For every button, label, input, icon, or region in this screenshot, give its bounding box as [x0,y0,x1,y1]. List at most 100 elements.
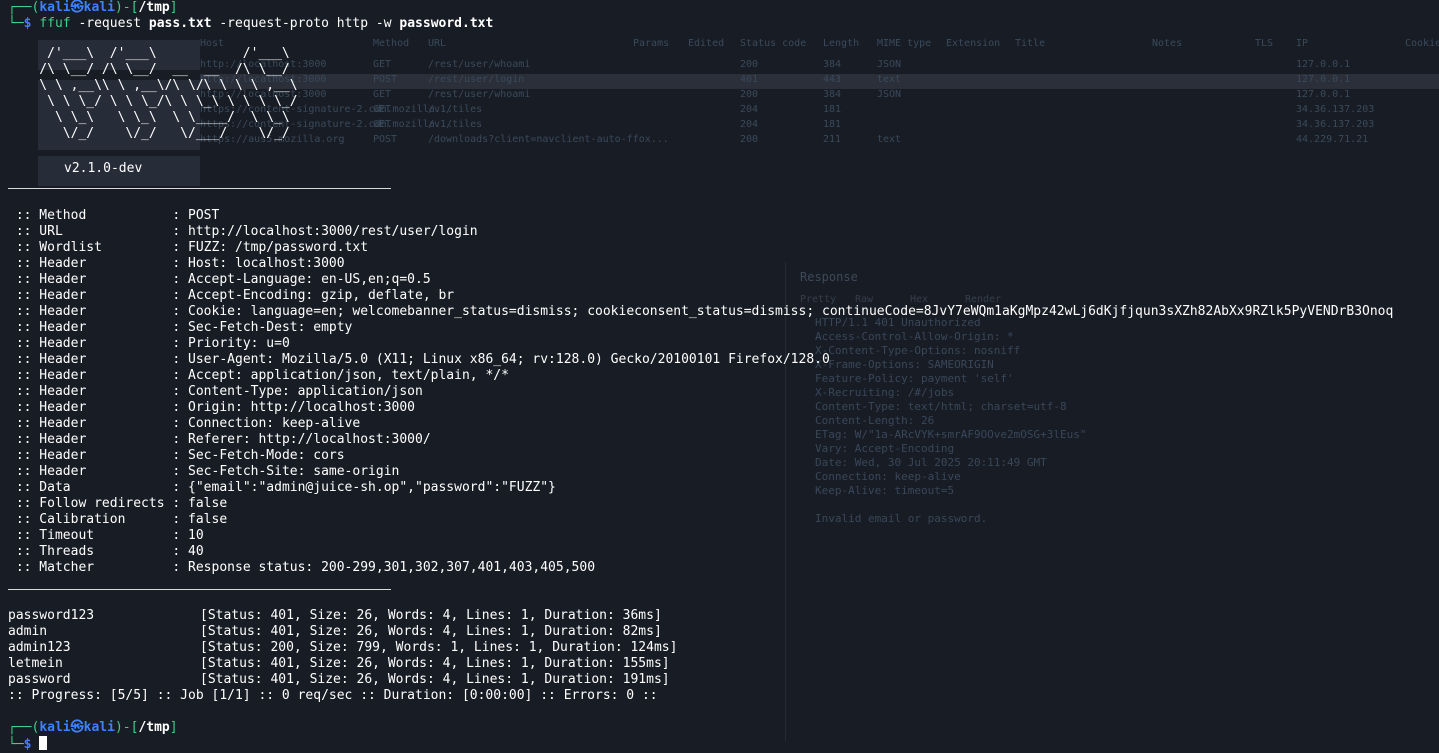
config-key: :: Header [8,464,173,479]
config-key: :: Wordlist [8,240,173,255]
config-value: : User-Agent: Mozilla/5.0 (X11; Linux x8… [172,352,830,367]
command-arg: password.txt [399,16,494,31]
config-line: :: Header : Priority: u=0 [8,336,290,352]
command-tool: ffuf [39,16,71,31]
config-value: : Host: localhost:3000 [172,256,345,271]
config-value: : Priority: u=0 [172,336,290,351]
config-key: :: Header [8,368,173,383]
command-flag: -request-proto [219,16,329,31]
config-value: : 10 [172,528,204,543]
prompt-user: kali [39,0,71,15]
config-line: :: Method : POST [8,208,220,224]
text-cursor [39,736,48,750]
prompt-dir: /tmp [138,720,170,735]
config-value: : Accept-Language: en-US,en;q=0.5 [172,272,431,287]
config-key: :: Data [8,480,173,495]
config-line: :: Header : Accept-Encoding: gzip, defla… [8,288,454,304]
config-key: :: Header [8,288,173,303]
config-key: :: Matcher [8,560,173,575]
config-value: : http://localhost:3000/rest/user/login [172,224,478,239]
config-key: :: Header [8,304,173,319]
config-value: : false [172,512,228,527]
config-line: :: Threads : 40 [8,544,204,560]
config-key: :: Follow redirects [8,496,173,511]
config-line: :: Matcher : Response status: 200-299,30… [8,560,595,576]
result-detail: [Status: 401, Size: 26, Words: 4, Lines:… [200,624,662,639]
result-word: password123 [8,608,95,623]
prompt-at: ㉿ [70,0,84,15]
result-detail: [Status: 401, Size: 26, Words: 4, Lines:… [200,656,670,671]
config-line: :: Data : {"email":"admin@juice-sh.op","… [8,480,556,496]
result-word: admin123 [8,640,71,655]
prompt-line: ┌──(kali㉿kali)-[/tmp] [8,720,178,735]
result-detail: [Status: 401, Size: 26, Words: 4, Lines:… [200,608,662,623]
config-line: :: Header : Sec-Fetch-Dest: empty [8,320,353,336]
progress-line: :: Progress: [5/5] :: Job [1/1] :: 0 req… [8,688,658,703]
config-value: : Accept-Encoding: gzip, deflate, br [172,288,455,303]
prompt-user: kali [39,720,71,735]
config-key: :: Method [8,208,173,223]
config-key: :: Header [8,416,173,431]
config-line: :: Header : Cookie: language=en; welcome… [8,304,1394,320]
config-line: :: Header : Sec-Fetch-Mode: cors [8,448,345,464]
command-arg: pass.txt [148,16,212,31]
config-line: :: URL : http://localhost:3000/rest/user… [8,224,478,240]
prompt-line: ┌──(kali㉿kali)-[/tmp] [8,0,178,15]
config-key: :: Header [8,432,173,447]
config-value: : {"email":"admin@juice-sh.op","password… [172,480,556,495]
result-word: password [8,672,71,687]
config-value: : 40 [172,544,204,559]
config-key: :: Header [8,352,173,367]
config-key: :: Header [8,400,173,415]
config-line: :: Wordlist : FUZZ: /tmp/password.txt [8,240,368,256]
config-value: : Origin: http://localhost:3000 [172,400,416,415]
result-detail: [Status: 401, Size: 26, Words: 4, Lines:… [200,672,670,687]
input-line[interactable]: └─$ [8,736,48,753]
config-value: : Referer: http://localhost:3000/ [172,432,431,447]
command-line: └─$ ffuf -request pass.txt -request-prot… [8,16,494,31]
separator-line [8,188,391,189]
config-value: : Connection: keep-alive [172,416,361,431]
separator-line [8,589,391,590]
config-line: :: Header : User-Agent: Mozilla/5.0 (X11… [8,352,830,368]
prompt-host: kali [83,0,115,15]
command-flag: -w [375,16,392,31]
config-value: : Sec-Fetch-Mode: cors [172,448,345,463]
config-key: :: Header [8,384,173,399]
config-key: :: Timeout [8,528,173,543]
config-key: :: Calibration [8,512,173,527]
config-value: : Sec-Fetch-Dest: empty [172,320,353,335]
terminal-window[interactable]: ┌──(kali㉿kali)-[/tmp] └─$ ffuf -request … [0,0,1439,752]
config-line: :: Header : Connection: keep-alive [8,416,360,432]
config-key: :: Threads [8,544,173,559]
command-flag: -request [78,16,142,31]
config-value: : Content-Type: application/json [172,384,423,399]
config-key: :: Header [8,256,173,271]
config-line: :: Header : Accept-Language: en-US,en;q=… [8,272,431,288]
prompt-at: ㉿ [70,720,84,735]
config-line: :: Header : Host: localhost:3000 [8,256,345,272]
config-key: :: URL [8,224,173,239]
config-value: : Cookie: language=en; welcomebanner_sta… [172,304,1394,319]
config-line: :: Timeout : 10 [8,528,204,544]
config-line: :: Calibration : false [8,512,227,528]
config-value: : Sec-Fetch-Site: same-origin [172,464,400,479]
config-value: : false [172,496,228,511]
result-word: admin [8,624,48,639]
command-arg: http [336,16,369,31]
result-word: letmein [8,656,63,671]
prompt-dir: /tmp [138,0,170,15]
config-key: :: Header [8,336,173,351]
ffuf-ascii-banner: /'___\ /'___\ /'___\ /\ \__/ /\ \__/ __ … [39,46,298,141]
ffuf-version: v2.1.0-dev [64,161,143,176]
config-line: :: Header : Sec-Fetch-Site: same-origin [8,464,400,480]
result-detail: [Status: 200, Size: 799, Words: 1, Lines… [200,640,678,655]
config-value: : FUZZ: /tmp/password.txt [172,240,369,255]
config-line: :: Header : Referer: http://localhost:30… [8,432,431,448]
config-key: :: Header [8,320,173,335]
prompt-host: kali [83,720,115,735]
config-line: :: Header : Accept: application/json, te… [8,368,509,384]
config-line: :: Header : Origin: http://localhost:300… [8,400,415,416]
config-key: :: Header [8,272,173,287]
config-value: : POST [172,208,220,223]
